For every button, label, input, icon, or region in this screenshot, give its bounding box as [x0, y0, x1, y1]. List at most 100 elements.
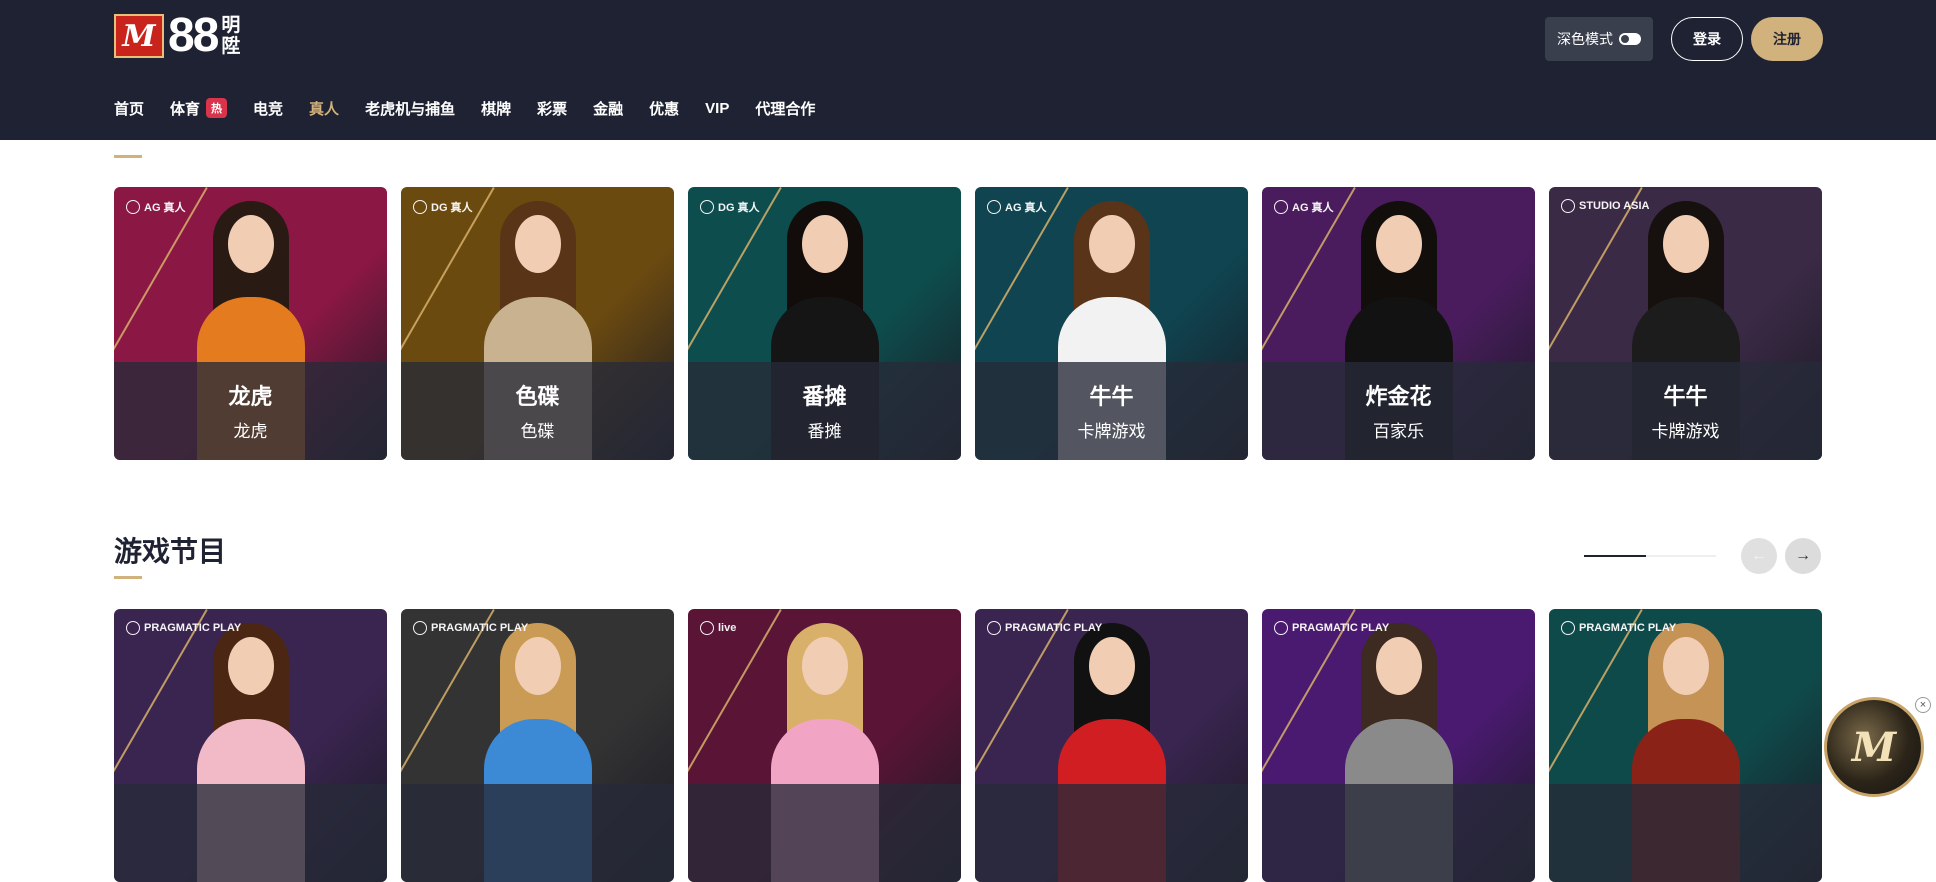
nav-item-2[interactable]: 电竞 [253, 98, 283, 119]
provider-label: AG 真人 [1005, 202, 1047, 214]
provider-label: PRAGMATIC PLAY [1292, 622, 1390, 634]
register-button[interactable]: 注册 [1751, 17, 1823, 61]
nav-item-3[interactable]: 真人 [309, 98, 339, 119]
nav-item-label: 金融 [593, 100, 624, 118]
card-subtitle: 番摊 [807, 422, 842, 441]
live-game-card[interactable]: AG 真人 牛牛 卡牌游戏 [975, 187, 1248, 460]
site-logo[interactable]: M 88 明 陞 [114, 9, 243, 62]
main-nav: 首页 体育热 电竞 真人 老虎机与捕鱼 棋牌 彩票 金融 优惠 VIP 代理合作 [114, 96, 841, 120]
provider-label: STUDIO ASIA [1579, 200, 1650, 212]
game-show-cards: PRAGMATIC PLAY PRAGMATIC PLAY live PRAGMATI… [114, 609, 1836, 882]
provider-label: live [718, 622, 737, 634]
dark-mode-label: 深色模式 [1557, 31, 1613, 47]
card-caption-overlay [401, 784, 674, 882]
dealer-face [1662, 215, 1709, 273]
nav-item-label: 彩票 [537, 100, 568, 118]
card-title: 牛牛 [1089, 384, 1134, 409]
live-game-card[interactable]: STUDIO ASIA 牛牛 卡牌游戏 [1549, 187, 1822, 460]
provider-label: PRAGMATIC PLAY [1579, 622, 1677, 634]
provider-label: DG 真人 [431, 202, 473, 214]
game-show-card[interactable]: live [688, 609, 961, 882]
provider-icon [700, 200, 714, 214]
card-subtitle: 卡牌游戏 [1651, 422, 1720, 441]
game-show-card[interactable]: PRAGMATIC PLAY [975, 609, 1248, 882]
dealer-face [1375, 637, 1422, 695]
provider-logo: PRAGMATIC PLAY [413, 621, 528, 635]
provider-icon [126, 200, 140, 214]
hot-badge: 热 [206, 98, 228, 118]
provider-icon [126, 621, 140, 635]
provider-label: AG 真人 [1292, 202, 1334, 214]
nav-item-4[interactable]: 老虎机与捕鱼 [365, 98, 455, 119]
dealer-face [801, 637, 848, 695]
carousel-next-button[interactable]: → [1785, 538, 1821, 574]
provider-icon [1561, 199, 1575, 213]
provider-logo: live [700, 621, 736, 635]
nav-item-9[interactable]: VIP [705, 100, 729, 117]
nav-item-label: 电竞 [253, 100, 284, 118]
section-underline [114, 576, 142, 579]
live-game-card[interactable]: DG 真人 番摊 番摊 [688, 187, 961, 460]
card-subtitle: 龙虎 [233, 422, 268, 441]
nav-item-label: 代理合作 [755, 100, 816, 118]
live-game-card[interactable]: AG 真人 龙虎 龙虎 [114, 187, 387, 460]
card-caption-overlay [688, 362, 961, 460]
live-game-card[interactable]: AG 真人炸金花百家乐 [1262, 187, 1535, 460]
anniversary-badge[interactable]: M [1824, 697, 1924, 797]
dealer-face [227, 637, 274, 695]
provider-icon [1561, 621, 1575, 635]
provider-icon [1274, 621, 1288, 635]
provider-logo: PRAGMATIC PLAY [1561, 621, 1676, 635]
toggle-switch-icon[interactable] [1619, 33, 1641, 45]
provider-label: DG 真人 [718, 202, 760, 214]
carousel-prev-button[interactable]: ← [1741, 538, 1777, 574]
card-title: 龙虎 [228, 384, 273, 409]
nav-item-0[interactable]: 首页 [114, 98, 144, 119]
close-icon[interactable]: × [1915, 697, 1931, 713]
card-title: 炸金花 [1365, 384, 1432, 409]
game-show-card[interactable]: PRAGMATIC PLAY [401, 609, 674, 882]
nav-item-label: 优惠 [649, 100, 680, 118]
nav-item-6[interactable]: 彩票 [537, 98, 567, 119]
dealer-face [514, 637, 561, 695]
provider-icon [987, 200, 1001, 214]
provider-logo: DG 真人 [700, 199, 760, 215]
game-show-card[interactable]: PRAGMATIC PLAY [1262, 609, 1535, 882]
card-subtitle: 百家乐 [1373, 422, 1424, 441]
provider-logo: AG 真人 [1274, 199, 1334, 215]
login-button[interactable]: 登录 [1671, 17, 1743, 61]
dealer-face [1088, 637, 1135, 695]
dealer-face [1088, 215, 1135, 273]
provider-logo: AG 真人 [987, 199, 1047, 215]
nav-item-1[interactable]: 体育热 [170, 98, 228, 119]
nav-item-label: VIP [705, 99, 730, 117]
card-caption-overlay [114, 784, 387, 882]
logo-cn-char-1: 明 [221, 15, 241, 36]
dealer-face [801, 215, 848, 273]
nav-item-label: 老虎机与捕鱼 [365, 100, 456, 118]
card-caption-overlay [975, 784, 1248, 882]
provider-logo: STUDIO ASIA [1561, 199, 1650, 213]
nav-item-8[interactable]: 优惠 [649, 98, 679, 119]
dealer-face [1662, 637, 1709, 695]
live-game-card[interactable]: DG 真人 色碟 色碟 [401, 187, 674, 460]
nav-item-10[interactable]: 代理合作 [755, 98, 815, 119]
nav-item-5[interactable]: 棋牌 [481, 98, 511, 119]
logo-cn-char-2: 陞 [221, 36, 241, 57]
carousel-progress [1584, 555, 1716, 557]
logo-number: 88 [168, 9, 219, 62]
game-show-card[interactable]: PRAGMATIC PLAY [114, 609, 387, 882]
dealer-face [227, 215, 274, 273]
provider-label: AG 真人 [144, 202, 186, 214]
card-caption-overlay [688, 784, 961, 882]
game-show-card[interactable]: PRAGMATIC PLAY [1549, 609, 1822, 882]
card-caption-overlay [1549, 362, 1822, 460]
nav-item-label: 棋牌 [481, 100, 512, 118]
card-title: 色碟 [515, 384, 560, 409]
provider-label: PRAGMATIC PLAY [431, 622, 529, 634]
nav-item-7[interactable]: 金融 [593, 98, 623, 119]
dark-mode-toggle[interactable]: 深色模式 [1545, 17, 1653, 61]
logo-mark: M [114, 14, 164, 58]
card-title: 番摊 [802, 384, 847, 409]
card-caption-overlay [1262, 784, 1535, 882]
